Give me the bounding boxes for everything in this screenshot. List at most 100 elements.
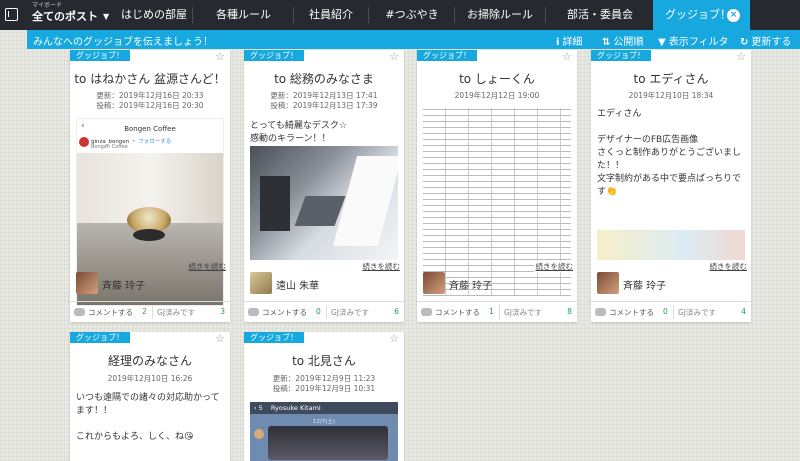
author-name: 遠山 朱華 (276, 281, 320, 292)
post-updated: 更新：2019年12月16日 20:33 (96, 91, 204, 100)
ad-image[interactable] (597, 230, 745, 260)
board-title: 全てのポスト (32, 10, 98, 23)
tab-staff[interactable]: 社員紹介 (296, 0, 366, 30)
read-more-link[interactable]: 続きを読む (533, 261, 573, 272)
comment-label: コメントする (88, 308, 133, 317)
comment-button[interactable]: コメントする (74, 307, 133, 318)
footer-divider (152, 305, 153, 319)
avatar (250, 272, 272, 294)
post-title: to しょーくん (459, 72, 535, 86)
board-selector[interactable]: マイボード 全てのポスト (32, 3, 98, 23)
comment-button[interactable]: コメントする (595, 307, 654, 318)
goodjob-count: 8 (567, 307, 572, 316)
post-footer: コメントする 1 GJ済みです 8 (417, 301, 577, 322)
post-body: エディさん デザイナーのFB広告画像 さくっと制作ありがとうございました！！ 文… (597, 109, 742, 197)
post-card[interactable]: グッジョブ！ ☆ to しょーくん 2019年12月12日 19:00 続きを読… (417, 50, 577, 322)
goodjob-count: 3 (220, 307, 225, 316)
comment-count: 2 (142, 307, 147, 316)
post-title: 経理のみなさん (107, 354, 192, 368)
star-icon[interactable]: ☆ (389, 332, 399, 345)
ig-sub: Bongen Coffee (91, 144, 128, 150)
tab-hajime[interactable]: はじめの部屋 (118, 0, 190, 30)
post-badge: グッジョブ！ (70, 50, 130, 61)
board-description: みんなへのグッジョブを伝えましょう！ (33, 37, 213, 48)
footer-divider (673, 305, 674, 319)
post-updated: 更新：2019年12月9日 11:23 (272, 374, 376, 383)
tab-tsubuyaki[interactable]: #つぶやき (372, 0, 452, 30)
read-more-link[interactable]: 続きを読む (363, 261, 401, 272)
post-created: 投稿：2019年12月16日 20:30 (96, 101, 204, 110)
star-icon[interactable]: ☆ (736, 50, 746, 63)
post-updated: 更新：2019年12月13日 17:41 (270, 91, 378, 100)
close-icon[interactable]: × (727, 9, 740, 22)
tab-goodjob-label: グッジョブ！ (665, 8, 731, 21)
refresh-label: 更新する (751, 37, 792, 48)
star-icon[interactable]: ☆ (215, 50, 225, 63)
star-icon[interactable]: ☆ (215, 332, 225, 345)
avatar (76, 272, 98, 294)
plate-photo (133, 229, 165, 241)
filter-button[interactable]: ▼ 表示フィルタ (658, 33, 729, 48)
comment-button[interactable]: コメントする (248, 307, 307, 318)
star-icon[interactable]: ☆ (562, 50, 572, 63)
comment-icon (421, 308, 432, 316)
chat-title: Ryosuke Kitami (270, 404, 321, 412)
post-footer: コメントする 0 GJ済みです 6 (244, 301, 404, 322)
goodjob-button[interactable]: GJ済みです (678, 307, 716, 318)
sort-button[interactable]: ⇅ 公開順 (602, 33, 643, 48)
post-image[interactable]: ‹ Bongen Coffee ginza_bongen ・ フォローする Bo… (76, 118, 224, 306)
post-badge: グッジョブ！ (70, 332, 130, 343)
nav-divider (368, 7, 369, 23)
board-menu-icon[interactable] (5, 8, 18, 21)
refresh-button[interactable]: ↻ 更新する (740, 33, 791, 48)
info-icon: i (556, 37, 560, 48)
avatar (597, 272, 619, 294)
post-badge: グッジョブ！ (244, 332, 304, 343)
post-footer: コメントする 2 GJ済みです 3 (70, 301, 230, 322)
post-date: 2019年12月10日 16:26 (107, 374, 193, 383)
post-card[interactable]: グッジョブ！ ☆ to はねかさん 盆源さんど！ 更新：2019年12月16日 … (70, 50, 230, 322)
post-title: to 北見さん (292, 354, 356, 368)
post-card[interactable]: グッジョブ！ ☆ to 北見さん 更新：2019年12月9日 11:23 投稿：… (244, 332, 404, 461)
comment-icon (74, 308, 85, 316)
tab-club[interactable]: 部活・委員会 (550, 0, 650, 30)
ig-profile-name: Bongen Coffee (124, 125, 176, 133)
chat-avatar (254, 429, 264, 439)
chat-screenshot[interactable]: ‹ 5 Ryosuke Kitami 12/7(土) (250, 402, 398, 461)
comment-button[interactable]: コメントする (421, 307, 480, 318)
details-button[interactable]: i 詳細 (556, 33, 582, 48)
post-date: 2019年12月10日 18:34 (628, 91, 714, 100)
tab-rules[interactable]: 各種ルール (196, 0, 291, 30)
goodjob-button[interactable]: GJ済みです (504, 307, 542, 318)
filter-label: 表示フィルタ (668, 37, 729, 48)
post-badge: グッジョブ！ (591, 50, 651, 61)
board-header-bar: みんなへのグッジョブを伝えましょう！ i 詳細 ⇅ 公開順 ▼ 表示フィルタ ↻ 更新す… (27, 30, 800, 49)
post-card[interactable]: グッジョブ！ ☆ to エディさん 2019年12月10日 18:34 エディさ… (591, 50, 751, 322)
nav-divider (293, 7, 294, 23)
post-card[interactable]: グッジョブ！ ☆ 経理のみなさん 2019年12月10日 16:26 いつも遠隔… (70, 332, 230, 461)
post-image[interactable] (250, 146, 398, 260)
avatar (423, 272, 445, 294)
post-title: to 総務のみなさま (274, 72, 374, 86)
ig-follow: フォローする (138, 139, 172, 145)
nav-divider (454, 7, 455, 23)
comment-count: 0 (663, 307, 668, 316)
goodjob-button[interactable]: GJ済みです (331, 307, 369, 318)
chat-back: ‹ 5 (254, 404, 263, 412)
read-more-link[interactable]: 続きを読む (710, 261, 748, 272)
post-title: to エディさん (633, 72, 709, 86)
comment-icon (595, 308, 606, 316)
sort-label: 公開順 (613, 37, 644, 48)
post-title: to はねかさん 盆源さんど！ (74, 72, 226, 86)
read-more-link[interactable]: 続きを読む (189, 261, 227, 272)
tab-cleaning[interactable]: お掃除ルール (458, 0, 542, 30)
photo-monitor (260, 176, 290, 231)
caret-down-icon[interactable]: ▼ (103, 12, 109, 21)
refresh-icon: ↻ (740, 37, 749, 48)
comment-count: 0 (316, 307, 321, 316)
post-date: 2019年12月12日 19:00 (454, 91, 540, 100)
post-card[interactable]: グッジョブ！ ☆ to 総務のみなさま 更新：2019年12月13日 17:41… (244, 50, 404, 322)
star-icon[interactable]: ☆ (389, 50, 399, 63)
top-nav: マイボード 全てのポスト ▼ はじめの部屋 各種ルール 社員紹介 #つぶやき お… (0, 0, 800, 30)
goodjob-button[interactable]: GJ済みです (157, 307, 195, 318)
